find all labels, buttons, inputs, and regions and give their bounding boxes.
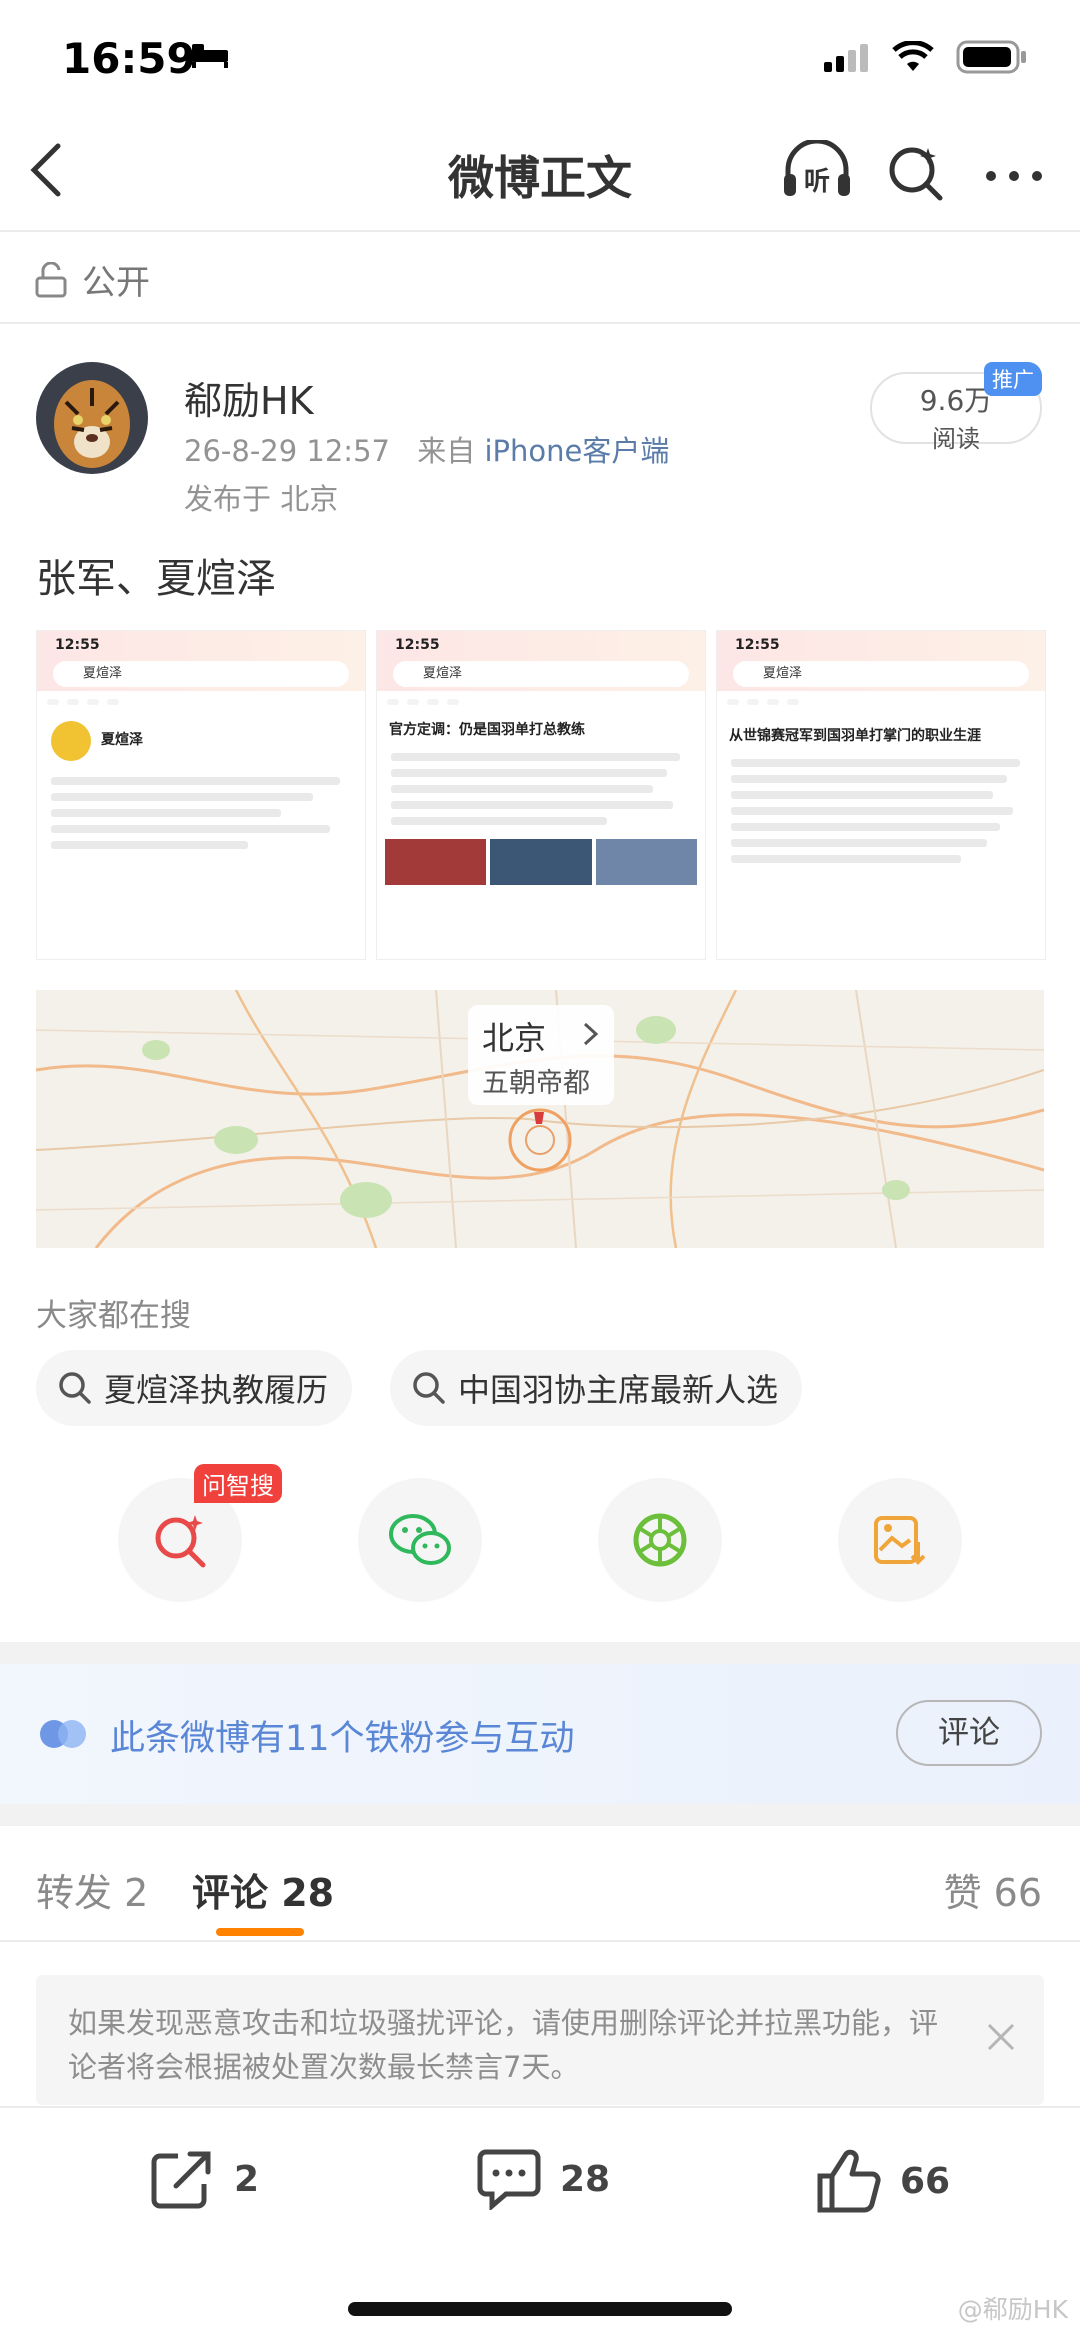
post-source[interactable]: iPhone客户端 bbox=[484, 434, 669, 468]
thumb-tags bbox=[717, 691, 1045, 713]
map-subtitle: 五朝帝都 bbox=[482, 1068, 590, 1099]
tabs-divider bbox=[0, 1940, 1080, 1942]
section-divider bbox=[0, 1804, 1080, 1826]
battery-icon bbox=[956, 40, 1026, 74]
thumb-search: 夏煊泽 bbox=[733, 661, 1029, 687]
thumbs-up-icon bbox=[817, 2149, 881, 2213]
comment-button[interactable]: 评论 bbox=[896, 1700, 1042, 1766]
ai-search-badge: 问智搜 bbox=[194, 1464, 282, 1503]
thumb-heading: 从世锦赛冠军到国羽单打掌门的职业生涯 bbox=[729, 728, 981, 744]
repost-icon bbox=[151, 2151, 211, 2209]
close-icon[interactable] bbox=[986, 2016, 1016, 2062]
repost-count: 2 bbox=[234, 2158, 260, 2200]
fans-icon bbox=[38, 1716, 88, 1756]
like-button[interactable]: 66 bbox=[816, 2148, 950, 2214]
thumb-heading: 官方定调：仍是国羽单打总教练 bbox=[389, 722, 585, 738]
thumb-tags bbox=[37, 691, 365, 713]
chevron-right-icon bbox=[583, 1022, 599, 1046]
trending-title: 大家都在搜 bbox=[36, 1298, 191, 1334]
wechat-share-button[interactable] bbox=[358, 1478, 482, 1602]
bottom-divider bbox=[0, 2106, 1080, 2108]
like-count: 66 bbox=[900, 2160, 951, 2202]
visibility-row: 公开 bbox=[34, 255, 150, 304]
moments-share-button[interactable] bbox=[598, 1478, 722, 1602]
listen-label: 听 bbox=[804, 167, 830, 197]
chip-label: 中国羽协主席最新人选 bbox=[458, 1371, 779, 1409]
thumb-heading: 夏煊泽 bbox=[101, 732, 143, 748]
tab-repost[interactable]: 转发 2 bbox=[36, 1862, 148, 1917]
fans-text: 此条微博有11个铁粉参与互动 bbox=[110, 1719, 575, 1759]
ai-search-icon bbox=[155, 1515, 206, 1568]
section-divider bbox=[0, 1642, 1080, 1664]
visibility-divider bbox=[0, 322, 1080, 324]
thumb-time: 12:55 bbox=[735, 637, 780, 653]
wechat-icon bbox=[389, 1514, 451, 1565]
listen-button[interactable]: 听 bbox=[780, 138, 854, 204]
thumb-time: 12:55 bbox=[55, 637, 100, 653]
reads-label: 阅读 bbox=[932, 425, 980, 453]
nav-divider bbox=[0, 230, 1080, 232]
chip-label: 夏煊泽执教履历 bbox=[104, 1371, 329, 1409]
more-button[interactable] bbox=[984, 168, 1044, 187]
tab-likes[interactable]: 赞 66 bbox=[944, 1862, 1042, 1917]
promo-badge: 推广 bbox=[984, 362, 1042, 396]
post-image-1[interactable]: 12:55 夏煊泽 夏煊泽 bbox=[36, 630, 366, 960]
comment-notice: 如果发现恶意攻击和垃圾骚扰评论，请使用删除评论并拉黑功能，评论者将会根据被处置次… bbox=[36, 1975, 1044, 2105]
post-datetime: 26-8-29 12:57 bbox=[184, 434, 390, 468]
status-time: 16:59 bbox=[62, 34, 196, 83]
status-icons bbox=[824, 40, 1028, 74]
post-image-2[interactable]: 12:55 夏煊泽 官方定调：仍是国羽单打总教练 bbox=[376, 630, 706, 960]
watermark: @郗励HK bbox=[957, 2295, 1068, 2324]
comment-bar-button[interactable]: 28 bbox=[476, 2148, 610, 2210]
thumb-profile: 夏煊泽 bbox=[37, 713, 365, 769]
thumb-tags bbox=[377, 691, 705, 713]
tab-active-indicator bbox=[216, 1928, 304, 1936]
save-image-icon bbox=[874, 1516, 926, 1565]
map-city: 北京 bbox=[482, 1019, 547, 1057]
signal-icon bbox=[824, 44, 868, 72]
comment-icon bbox=[477, 2149, 541, 2210]
avatar[interactable] bbox=[36, 362, 148, 474]
source-prefix: 来自 bbox=[417, 434, 476, 468]
author-name[interactable]: 郗励HK bbox=[184, 370, 314, 425]
unlock-icon bbox=[35, 261, 67, 297]
home-indicator[interactable] bbox=[348, 2302, 732, 2316]
search-icon bbox=[413, 1372, 445, 1404]
trending-chip-1[interactable]: 夏煊泽执教履历 bbox=[36, 1350, 353, 1426]
post-image-3[interactable]: 12:55 夏煊泽 从世锦赛冠军到国羽单打掌门的职业生涯 bbox=[716, 630, 1046, 960]
repost-button[interactable]: 2 bbox=[150, 2148, 259, 2210]
wifi-icon bbox=[892, 41, 934, 71]
search-icon bbox=[59, 1372, 91, 1404]
visibility-label: 公开 bbox=[82, 263, 150, 303]
thumb-time: 12:55 bbox=[395, 637, 440, 653]
tab-comments[interactable]: 评论 28 bbox=[192, 1862, 334, 1917]
thumb-search: 夏煊泽 bbox=[393, 661, 689, 687]
map-location-card[interactable]: 北京 五朝帝都 bbox=[468, 1005, 614, 1105]
sleep-icon bbox=[190, 40, 230, 74]
thumb-search: 夏煊泽 bbox=[53, 661, 349, 687]
post-text: 张军、夏煊泽 bbox=[36, 556, 276, 602]
trending-chip-2[interactable]: 中国羽协主席最新人选 bbox=[390, 1350, 803, 1426]
ai-search-button[interactable] bbox=[886, 144, 944, 206]
comment-count: 28 bbox=[560, 2158, 611, 2200]
save-image-button[interactable] bbox=[838, 1478, 962, 1602]
thumb-photos bbox=[377, 833, 705, 891]
moments-icon bbox=[633, 1513, 687, 1567]
post-location: 发布于 北京 bbox=[184, 482, 339, 516]
post-meta: 26-8-29 12:57 来自 iPhone客户端 bbox=[184, 428, 669, 470]
